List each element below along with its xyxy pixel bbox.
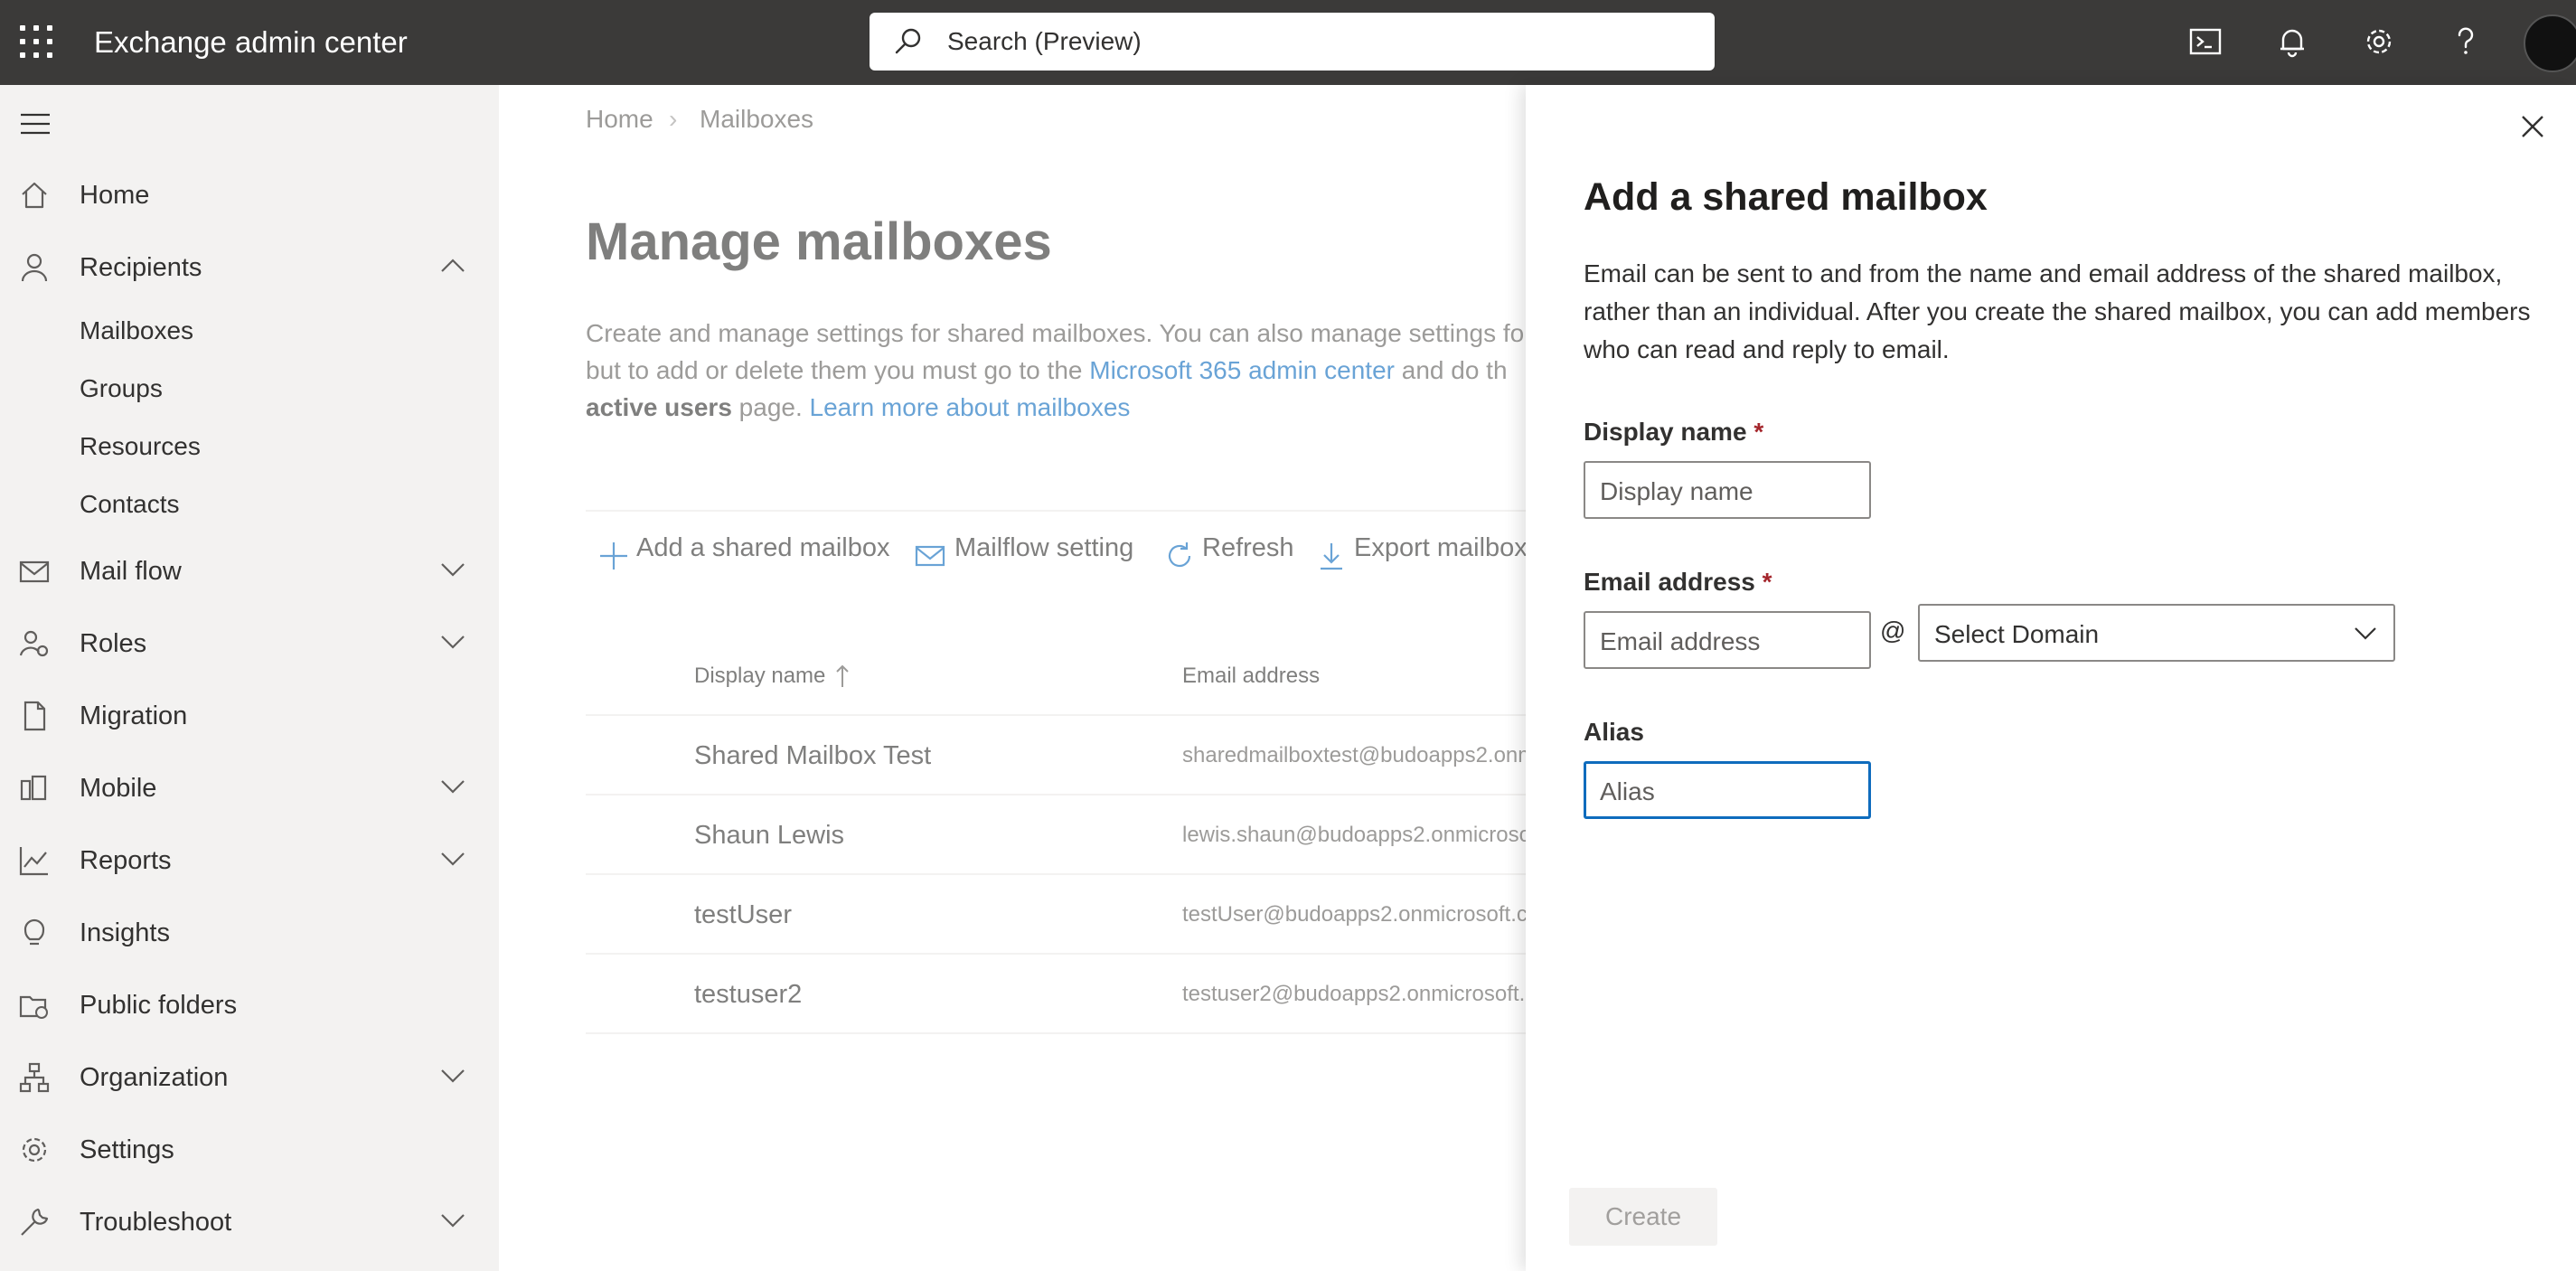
top-bar: Exchange admin center Search (Preview) — [0, 0, 2576, 85]
nav-item-settings[interactable]: Settings — [0, 1117, 499, 1181]
nav-item-mobile[interactable]: Mobile — [0, 756, 499, 819]
m365-admin-center-link[interactable]: Microsoft 365 admin center — [1089, 356, 1395, 384]
avatar[interactable] — [2524, 14, 2576, 72]
hamburger-icon[interactable] — [20, 112, 51, 136]
breadcrumb-home[interactable]: Home — [586, 105, 653, 134]
search-box[interactable]: Search (Preview) — [870, 13, 1715, 71]
export-mailbox-button[interactable]: Export mailbox — [1316, 533, 1526, 575]
chevron-down-icon[interactable] — [439, 850, 466, 868]
sort-ascending-icon — [836, 664, 849, 687]
org-chart-icon — [19, 1062, 50, 1093]
chevron-down-icon[interactable] — [439, 777, 466, 796]
chart-icon — [19, 847, 48, 876]
nav-item-troubleshoot[interactable]: Troubleshoot — [0, 1190, 499, 1253]
help-icon[interactable] — [2446, 22, 2486, 61]
nav-item-insights[interactable]: Insights — [0, 900, 499, 964]
migration-icon — [24, 701, 46, 731]
breadcrumb-current: Mailboxes — [700, 105, 814, 133]
main-content: Home › Mailboxes Manage mailboxes Create… — [499, 85, 1526, 1271]
gear-icon[interactable] — [2359, 22, 2399, 61]
email-address-label: Email address * — [1584, 568, 1772, 596]
close-icon[interactable] — [2520, 114, 2545, 139]
refresh-icon — [1168, 542, 1191, 568]
person-icon — [21, 253, 48, 282]
table-row[interactable]: Shaun Lewis lewis.shaun@budoapps2.onmicr… — [586, 796, 1526, 875]
at-symbol: @ — [1880, 617, 1906, 645]
app-launcher-icon[interactable] — [20, 25, 52, 58]
mobile-icon — [20, 775, 47, 801]
nav-item-reports[interactable]: Reports — [0, 828, 499, 891]
panel-description: Email can be sent to and from the name a… — [1584, 259, 2531, 363]
home-icon — [22, 182, 47, 209]
bell-icon[interactable] — [2272, 22, 2312, 61]
alias-label: Alias — [1584, 718, 1644, 746]
refresh-button[interactable]: Refresh — [1164, 533, 1300, 575]
nav-item-recipients[interactable]: Recipients — [0, 235, 499, 298]
search-input[interactable]: Search (Preview) — [947, 27, 1142, 56]
nav-item-home[interactable]: Home — [0, 163, 499, 226]
plus-icon — [600, 542, 627, 570]
nav-item-public-folders[interactable]: Public folders — [0, 973, 499, 1036]
chevron-down-icon[interactable] — [439, 633, 466, 651]
page-description: Create and manage settings for shared ma… — [586, 319, 1526, 421]
nav-item-mail-flow[interactable]: Mail flow — [0, 539, 499, 602]
mail-icon — [19, 560, 50, 583]
display-name-label: Display name * — [1584, 418, 1764, 446]
gear-icon — [22, 1137, 47, 1163]
email-address-field[interactable]: Email address — [1584, 611, 1871, 669]
sidebar-item-contacts[interactable]: Contacts — [80, 490, 180, 519]
chevron-down-icon — [2355, 627, 2376, 640]
mailflow-setting-button[interactable]: Mailflow setting — [915, 533, 1159, 575]
sidebar-item-resources[interactable]: Resources — [80, 432, 201, 461]
divider — [586, 510, 1526, 512]
terminal-icon[interactable] — [2186, 22, 2225, 61]
lightbulb-icon — [24, 918, 45, 946]
app-title[interactable]: Exchange admin center — [94, 25, 408, 60]
table-row[interactable]: testuser2 testuser2@budoapps2.onmicrosof… — [586, 955, 1526, 1034]
panel-title: Add a shared mailbox — [1584, 175, 1988, 219]
left-nav: Home Recipients Mailboxes Groups Resourc… — [0, 85, 499, 1271]
nav-item-roles[interactable]: Roles — [0, 611, 499, 674]
create-button[interactable]: Create — [1569, 1188, 1717, 1246]
chevron-down-icon[interactable] — [439, 560, 466, 579]
nav-item-migration[interactable]: Migration — [0, 683, 499, 747]
download-icon — [1321, 543, 1342, 570]
domain-select[interactable]: Select Domain — [1918, 604, 2395, 662]
breadcrumb-separator: › — [669, 105, 678, 133]
page-title: Manage mailboxes — [586, 212, 1052, 271]
add-shared-mailbox-button[interactable]: Add a shared mailbox — [598, 533, 890, 575]
column-header-email[interactable]: Email address — [1182, 664, 1320, 689]
alias-field[interactable]: Alias — [1584, 761, 1871, 819]
search-icon — [895, 28, 921, 54]
learn-more-link[interactable]: Learn more about mailboxes — [810, 393, 1131, 421]
chevron-down-icon[interactable] — [439, 1211, 466, 1229]
sidebar-item-groups[interactable]: Groups — [80, 374, 163, 403]
folder-globe-icon — [19, 995, 48, 1019]
column-header-display-name[interactable]: Display name — [694, 664, 825, 689]
wrench-icon — [21, 1208, 49, 1236]
display-name-field[interactable]: Display name — [1584, 461, 1871, 519]
table-row[interactable]: testUser testUser@budoapps2.onmicrosoft.… — [586, 875, 1526, 955]
mail-settings-icon — [915, 545, 945, 567]
add-shared-mailbox-panel: Add a shared mailbox Email can be sent t… — [1526, 85, 2576, 1271]
chevron-down-icon[interactable] — [439, 1067, 466, 1085]
sidebar-item-mailboxes[interactable]: Mailboxes — [80, 316, 193, 345]
table-row[interactable]: Shared Mailbox Test sharedmailboxtest@bu… — [586, 716, 1526, 796]
chevron-up-icon[interactable] — [439, 257, 466, 275]
roles-icon — [19, 630, 49, 657]
nav-item-organization[interactable]: Organization — [0, 1045, 499, 1108]
